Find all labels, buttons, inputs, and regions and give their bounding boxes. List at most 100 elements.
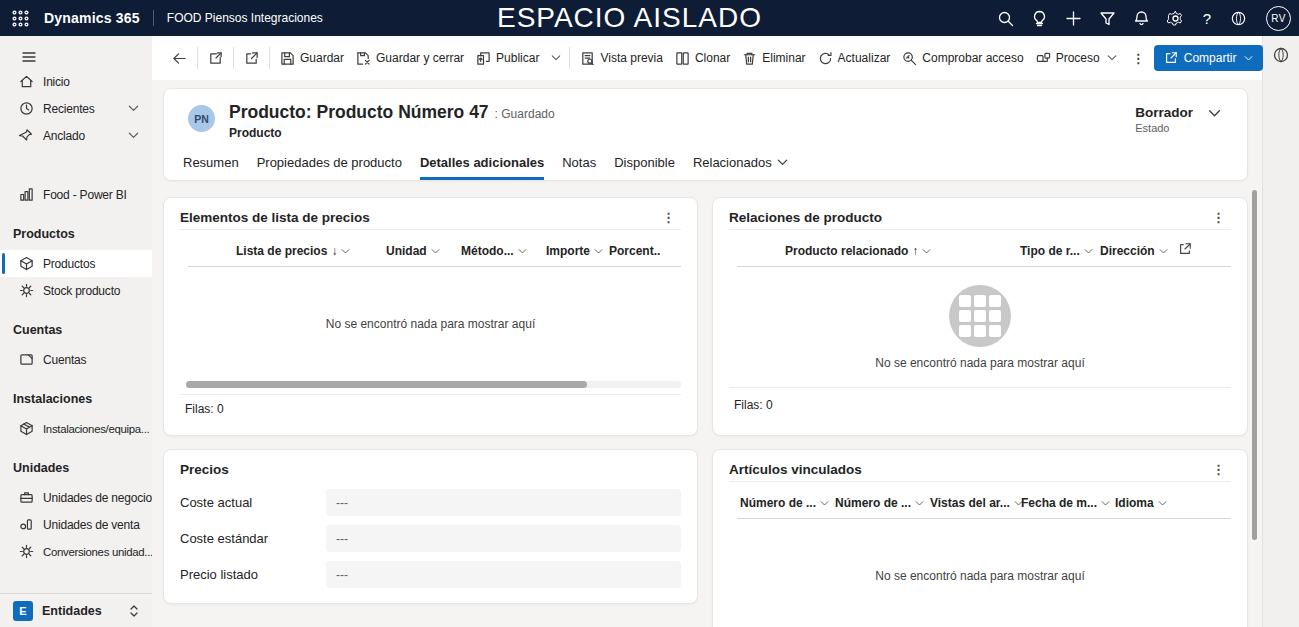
field-precio-listado: Precio listado ---: [180, 561, 681, 588]
tab-disponible[interactable]: Disponible: [614, 155, 675, 180]
preview-icon: [580, 51, 595, 66]
column-idioma[interactable]: Idioma: [1115, 496, 1167, 510]
filter-icon[interactable]: [1099, 10, 1116, 27]
check-access-button[interactable]: Comprobar acceso: [896, 43, 1029, 73]
sidebar-item-unidades-venta[interactable]: Unidades de venta: [0, 511, 152, 538]
sales-units-icon: [19, 517, 34, 532]
field-value[interactable]: ---: [326, 561, 681, 588]
share-button[interactable]: Compartir: [1154, 45, 1264, 71]
back-button[interactable]: [166, 43, 193, 73]
sidebar-item-recientes[interactable]: Recientes: [0, 95, 152, 122]
sidebar-item-powerbi[interactable]: Food - Power BI: [0, 181, 152, 208]
field-value[interactable]: ---: [326, 525, 681, 552]
save-button[interactable]: Guardar: [274, 43, 350, 73]
clone-button[interactable]: Clonar: [669, 43, 736, 73]
tab-resumen[interactable]: Resumen: [183, 155, 239, 180]
empty-state-message: No se encontró nada para mostrar aquí: [875, 569, 1084, 583]
delete-button[interactable]: Eliminar: [736, 43, 811, 73]
scrollbar-thumb[interactable]: [186, 381, 587, 388]
area-switcher[interactable]: E Entidades: [0, 593, 152, 627]
settings-gear-icon[interactable]: [1167, 10, 1184, 27]
command-label: Proceso: [1056, 51, 1100, 65]
column-numero-1[interactable]: Número de ...: [740, 496, 829, 510]
tab-propiedades[interactable]: Propiedades de producto: [257, 155, 402, 180]
column-lista-de-precios[interactable]: Lista de precios↓: [236, 244, 350, 258]
refresh-button[interactable]: Actualizar: [812, 43, 897, 73]
row-count: Filas: 0: [713, 388, 1247, 435]
environment-name[interactable]: FOOD Piensos Integraciones: [167, 11, 323, 25]
preview-button[interactable]: Vista previa: [574, 43, 668, 73]
bell-icon[interactable]: [1133, 10, 1150, 27]
command-bar: Guardar Guardar y cerrar Publicar Vista …: [152, 36, 1262, 80]
grid-column-headers: Número de ... Número de ... Vistas del a…: [713, 482, 1247, 518]
sidebar-item-unidades-negocio[interactable]: Unidades de negocio: [0, 484, 152, 511]
plus-icon[interactable]: [1065, 10, 1082, 27]
chevron-down-icon: [1158, 499, 1167, 508]
open-form-button[interactable]: [202, 43, 229, 73]
field-coste-actual: Coste actual ---: [180, 489, 681, 516]
sitemap-collapse-button[interactable]: [0, 36, 152, 68]
tab-notas[interactable]: Notas: [562, 155, 596, 180]
linked-articles-card: Artículos vinculados ⋮ Número de ... Núm…: [712, 449, 1248, 627]
search-icon[interactable]: [997, 10, 1014, 27]
row-count: Filas: 0: [164, 395, 697, 435]
column-direccion[interactable]: Dirección: [1100, 244, 1168, 258]
publish-button[interactable]: Publicar: [470, 43, 545, 73]
field-value[interactable]: ---: [326, 489, 681, 516]
command-label: Vista previa: [600, 51, 662, 65]
chevron-down-icon: [128, 103, 139, 114]
column-fecha[interactable]: Fecha de m...: [1021, 496, 1110, 510]
chevron-down-icon: [915, 499, 924, 508]
sidebar-item-instalaciones[interactable]: Instalaciones/equipa...: [0, 415, 152, 442]
column-vistas[interactable]: Vistas del ar...: [930, 496, 1023, 510]
open-record-set-button[interactable]: [238, 43, 265, 73]
sidebar-item-productos[interactable]: Productos: [0, 250, 152, 277]
lightbulb-icon[interactable]: [1031, 10, 1048, 27]
prices-card: Precios Coste actual --- Coste estándar …: [163, 449, 698, 604]
column-label: Fecha de m...: [1021, 496, 1097, 510]
save-and-close-button[interactable]: Guardar y cerrar: [350, 43, 470, 73]
sidebar-item-cuentas[interactable]: Cuentas: [0, 346, 152, 373]
card-menu-button[interactable]: ⋮: [660, 210, 677, 225]
sidebar-item-inicio[interactable]: Inicio: [0, 68, 152, 95]
help-icon[interactable]: ?: [1201, 11, 1213, 26]
vertical-scrollbar[interactable]: [1252, 190, 1257, 540]
copilot-icon[interactable]: [1230, 10, 1247, 27]
status-label: Estado: [1135, 122, 1193, 134]
column-importe[interactable]: Importe: [546, 244, 603, 258]
empty-state-message: No se encontró nada para mostrar aquí: [326, 317, 535, 331]
column-unidad[interactable]: Unidad: [386, 244, 440, 258]
chevron-down-icon: [1084, 247, 1093, 256]
sidebar-item-conversiones[interactable]: Conversiones unidad...: [0, 538, 152, 565]
tab-relacionados[interactable]: Relacionados: [693, 155, 788, 180]
horizontal-scrollbar[interactable]: [186, 381, 681, 388]
column-producto-relacionado[interactable]: Producto relacionado↑: [785, 244, 931, 258]
tab-label: Relacionados: [693, 155, 772, 170]
sidebar-item-stock-producto[interactable]: Stock producto: [0, 277, 152, 304]
user-avatar[interactable]: RV: [1266, 6, 1291, 31]
column-tipo[interactable]: Tipo de r...: [1020, 244, 1093, 258]
column-label: Producto relacionado: [785, 244, 908, 258]
arrow-left-icon: [172, 51, 187, 66]
publish-dropdown[interactable]: [545, 43, 565, 73]
command-label: Actualizar: [838, 51, 891, 65]
tab-detalles-adicionales[interactable]: Detalles adicionales: [420, 155, 544, 180]
chevron-down-icon: [594, 247, 603, 256]
card-menu-button[interactable]: ⋮: [1210, 210, 1227, 225]
app-launcher-icon[interactable]: [12, 10, 29, 27]
column-metodo[interactable]: Método...: [461, 244, 527, 258]
grid-column-headers: Lista de precios↓ Unidad Método... Impor…: [164, 230, 697, 266]
card-menu-button[interactable]: ⋮: [1210, 462, 1227, 477]
top-navigation-bar: Dynamics 365 FOOD Piensos Integraciones …: [0, 0, 1299, 36]
app-title[interactable]: Dynamics 365: [44, 10, 140, 26]
column-numero-2[interactable]: Número de ...: [835, 496, 924, 510]
open-grid-button[interactable]: [1178, 242, 1192, 256]
column-label: Tipo de r...: [1020, 244, 1080, 258]
price-list-items-card: Elementos de lista de precios ⋮ Lista de…: [163, 197, 698, 436]
copilot-icon[interactable]: [1272, 46, 1290, 64]
process-button[interactable]: Proceso: [1030, 43, 1123, 73]
more-commands-button[interactable]: ⋮: [1123, 43, 1154, 73]
status-reason[interactable]: Borrador Estado: [1135, 105, 1221, 134]
sidebar-item-anclado[interactable]: Anclado: [0, 122, 152, 149]
column-porcentaje[interactable]: Porcent..: [609, 244, 660, 258]
